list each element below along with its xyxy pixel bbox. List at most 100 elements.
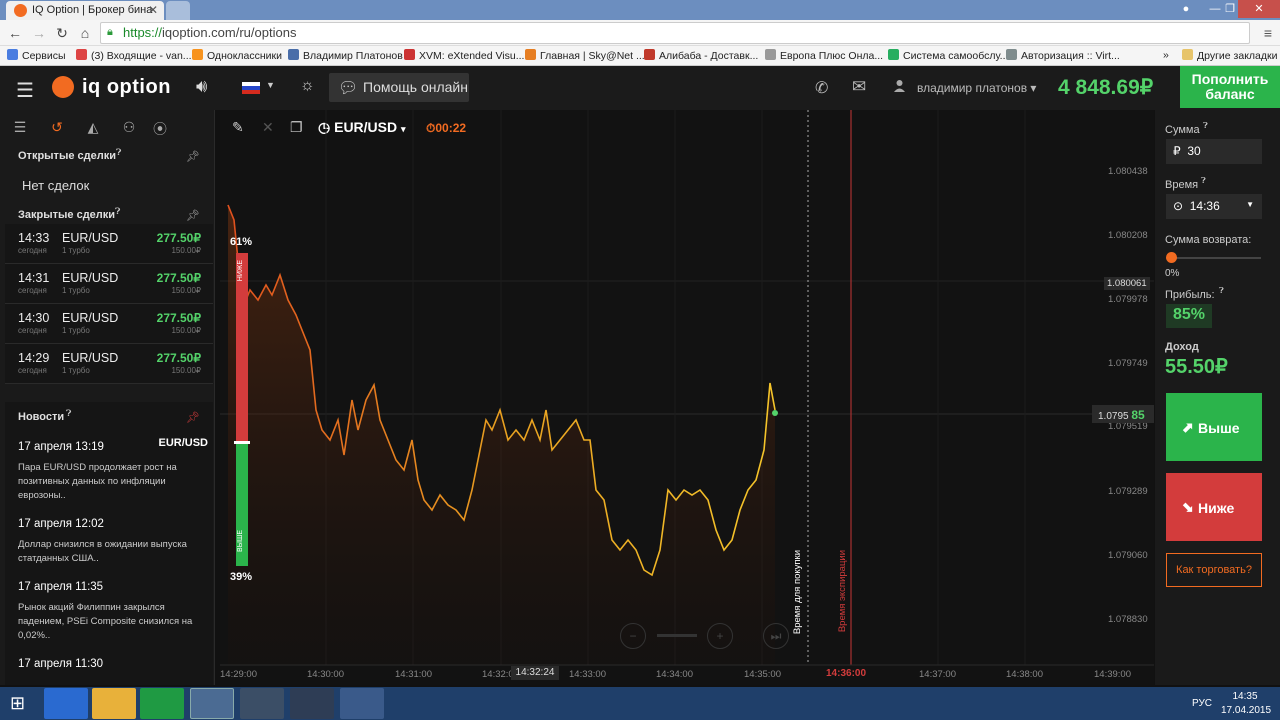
close-tab-icon[interactable]: ✕ [148, 3, 158, 17]
zoom-slider[interactable] [657, 634, 697, 637]
chrome-icon[interactable] [190, 688, 234, 719]
deposit-button[interactable]: Пополнить баланс [1180, 66, 1280, 108]
browser-tab[interactable]: IQ Option | Брокер бина ✕ [6, 1, 164, 20]
news-item[interactable]: 17 апреля 13:19 EUR/USD Пара EUR/USD продо… [18, 437, 208, 503]
browser-menu-icon[interactable]: ≡ [1264, 25, 1272, 41]
reload-icon[interactable]: ↻ [53, 25, 71, 42]
tab-list-icon[interactable]: ☰ [5, 119, 35, 136]
news-item[interactable]: 17 апреля 11:35 Рынок акций Филиппин закр… [18, 577, 208, 643]
account-balance: 4 848.69₽ [1058, 76, 1154, 99]
home-icon[interactable]: ⌂ [76, 25, 94, 41]
bookmark-item[interactable]: Владимир Платонов [288, 49, 403, 62]
bookmarks-more[interactable]: » [1163, 49, 1169, 61]
wot-icon[interactable] [240, 688, 284, 719]
tab-users-icon[interactable]: ⚇ [114, 119, 144, 136]
closed-deal-row[interactable]: 14:29 сегодня EUR/USD 1 турбо 277.50₽ 150.00₽ [5, 344, 213, 384]
how-to-trade-button[interactable]: Как торговать? [1166, 553, 1262, 587]
return-slider[interactable] [1169, 257, 1261, 259]
app-icon[interactable] [340, 688, 384, 719]
hamburger-menu-icon[interactable]: ☰ [16, 78, 34, 103]
pct-up-sentiment: 39% [230, 571, 253, 583]
info-icon[interactable]: ❓︎ [66, 408, 71, 419]
other-bookmarks[interactable]: Другие закладки [1182, 49, 1277, 62]
phone-icon[interactable]: ✆ [815, 78, 828, 98]
chevron-down-icon: ▼ [1246, 200, 1254, 209]
user-icon[interactable]: ● [1172, 0, 1200, 18]
info-icon[interactable]: ❓︎ [1201, 176, 1206, 186]
amount-input[interactable]: ₽ 30 [1166, 139, 1262, 164]
expiry-time-select[interactable]: ⊙ 14:36 ▼ [1166, 194, 1262, 219]
ie-icon[interactable] [44, 688, 88, 719]
news-item[interactable]: 17 апреля 11:30 [18, 654, 208, 672]
info-icon[interactable]: ❓︎ [1203, 121, 1208, 131]
russia-flag-icon[interactable] [242, 82, 260, 94]
pin-icon[interactable]: 📌︎ [186, 209, 200, 222]
info-icon[interactable]: ❓︎ [115, 206, 120, 217]
store-icon[interactable] [140, 688, 184, 719]
put-button[interactable]: ⬊ Ниже [1166, 473, 1262, 541]
address-bar[interactable]: 🔒︎ https://iqoption.com/ru/options [100, 22, 1250, 44]
jump-to-now-icon[interactable]: ⏭︎ [763, 623, 789, 649]
news-heading: Новости [18, 411, 65, 423]
sound-icon[interactable]: 🔊︎ [196, 76, 207, 97]
logo-icon [52, 76, 74, 98]
mail-icon[interactable]: ✉ [852, 77, 866, 97]
forward-icon[interactable]: → [30, 25, 48, 41]
deal-amount: 150.00₽ [171, 246, 201, 255]
time-tick-label: 14:37:00 [919, 669, 956, 680]
left-panel-tabs: ☰ ↺ ◭ ⚇ ⦿ [5, 115, 213, 143]
bookmark-label: Европа Плюс Онла... [780, 50, 884, 62]
tab-signal-icon[interactable]: ⦿ [145, 119, 175, 139]
bookmark-item[interactable]: XVM: eXtended Visu... [404, 49, 524, 62]
back-icon[interactable]: ← [6, 25, 24, 41]
language-dropdown-icon[interactable]: ▼ [266, 80, 275, 90]
pin-icon[interactable]: 📌︎ [186, 150, 200, 163]
price-chart[interactable] [220, 110, 1154, 685]
explorer-icon[interactable] [92, 688, 136, 719]
sentiment-split-marker [234, 441, 250, 444]
bookmark-item[interactable]: Главная | Sky@Net ... [525, 49, 645, 62]
tab-title: IQ Option | Брокер бина [32, 4, 153, 16]
info-icon[interactable]: ❓︎ [116, 147, 121, 158]
closed-deal-row[interactable]: 14:33 сегодня EUR/USD 1 турбо 277.50₽ 150.00₽ [5, 224, 213, 264]
language-indicator[interactable]: РУС [1192, 698, 1212, 709]
closed-deal-row[interactable]: 14:30 сегодня EUR/USD 1 турбо 277.50₽ 150.00₽ [5, 304, 213, 344]
call-button[interactable]: ⬈ Выше [1166, 393, 1262, 461]
left-panel: ☰ ↺ ◭ ⚇ ⦿ Открытые сделки ❓︎ 📌︎ Нет сдел… [0, 110, 215, 685]
zoom-out-icon[interactable]: − [620, 623, 646, 649]
window-close-icon[interactable]: ✕ [1238, 0, 1280, 18]
bookmark-icon [1006, 49, 1017, 60]
chart-area[interactable]: ✎ ✕ ❐ ◷ EUR/USD ▾ ⏱︎00:22 1.080438 1.080… [220, 110, 1154, 685]
tab-history-icon[interactable]: ↺ [42, 119, 72, 136]
price-tick-label: 1.079978 [1108, 294, 1148, 305]
bookmark-item[interactable]: Система самообслу... [888, 49, 1008, 62]
user-menu[interactable]: владимир платонов ▾ [917, 81, 1036, 95]
bookmark-item[interactable]: (3) Входящие - van... [76, 49, 192, 62]
system-clock[interactable]: 14:35 17.04.2015 [1221, 690, 1271, 718]
bookmark-item[interactable]: Алибаба - Доставк... [644, 49, 758, 62]
bookmark-item[interactable]: Авторизация :: Virt... [1006, 49, 1120, 62]
bookmark-item[interactable]: Сервисы [7, 49, 66, 62]
logo-text: iq option [82, 76, 171, 98]
price-tick-label: 1.079289 [1108, 486, 1148, 497]
lightbulb-icon[interactable]: ☼ [300, 77, 315, 95]
favicon-icon [14, 4, 27, 17]
bookmark-item[interactable]: Одноклассники [192, 49, 282, 62]
new-tab-button[interactable] [166, 1, 190, 20]
info-icon[interactable]: ❓︎ [1219, 286, 1224, 296]
windows-start-icon[interactable]: ⊞ [10, 693, 25, 714]
time-label: Время [1165, 179, 1199, 191]
amount-label: Сумма [1165, 124, 1200, 136]
closed-deal-row[interactable]: 14:31 сегодня EUR/USD 1 турбо 277.50₽ 150.00₽ [5, 264, 213, 304]
bookmark-icon [888, 49, 899, 60]
news-item[interactable]: 17 апреля 12:02 Доллар снизился в ожидани… [18, 514, 208, 566]
expiration-clock: 14:36:00 [826, 668, 867, 679]
closed-deals-heading: Закрытые сделки [18, 209, 116, 221]
tab-chart-icon[interactable]: ◭ [78, 119, 108, 136]
app-icon[interactable] [290, 688, 334, 719]
return-slider-knob[interactable] [1166, 252, 1177, 263]
pin-icon[interactable]: 📌︎ [186, 411, 200, 424]
zoom-in-icon[interactable]: + [707, 623, 733, 649]
bookmark-item[interactable]: Европа Плюс Онла... [765, 49, 883, 62]
help-online-button[interactable]: 💬︎ Помощь онлайн [329, 73, 469, 102]
